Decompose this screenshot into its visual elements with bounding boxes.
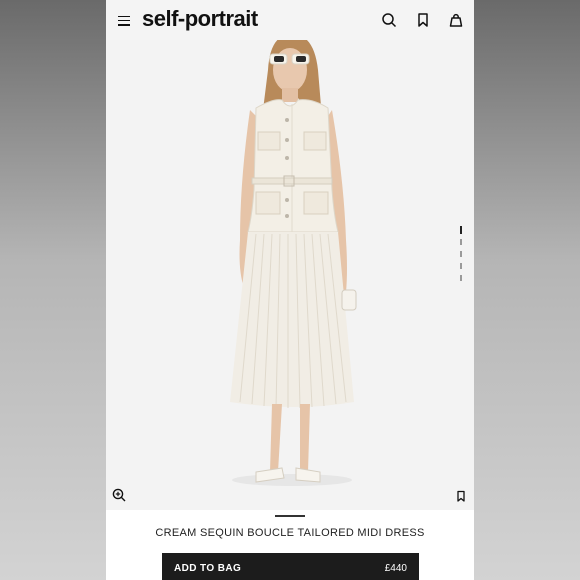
- bookmark-icon[interactable]: [415, 12, 431, 28]
- product-title: CREAM SEQUIN BOUCLE TAILORED MIDI DRESS: [155, 527, 425, 539]
- right-backdrop: [474, 0, 580, 580]
- pager-dot[interactable]: [460, 239, 462, 245]
- bag-icon[interactable]: [448, 12, 464, 28]
- bookmark-icon[interactable]: [455, 489, 467, 502]
- pager-dot[interactable]: [460, 275, 462, 281]
- add-to-bag-button[interactable]: ADD TO BAG £440: [162, 553, 419, 580]
- left-backdrop: [0, 0, 106, 580]
- image-pager[interactable]: [460, 226, 462, 284]
- product-price: £440: [384, 563, 407, 574]
- search-icon[interactable]: [381, 12, 397, 28]
- product-image[interactable]: [106, 40, 474, 510]
- menu-icon[interactable]: [118, 13, 130, 27]
- add-to-bag-label: ADD TO BAG: [174, 563, 242, 574]
- app-screen: self-portrait CREAM SEQUIN BOUCLE TAILOR…: [106, 0, 474, 580]
- pager-dot-active[interactable]: [460, 226, 462, 234]
- sheet-handle[interactable]: [275, 515, 305, 517]
- brand-logo[interactable]: self-portrait: [142, 6, 258, 32]
- top-navigation-bar: self-portrait: [106, 0, 474, 40]
- product-info-panel: CREAM SEQUIN BOUCLE TAILORED MIDI DRESS …: [106, 510, 474, 580]
- zoom-in-icon[interactable]: [112, 488, 126, 502]
- pager-dot[interactable]: [460, 251, 462, 257]
- pager-dot[interactable]: [460, 263, 462, 269]
